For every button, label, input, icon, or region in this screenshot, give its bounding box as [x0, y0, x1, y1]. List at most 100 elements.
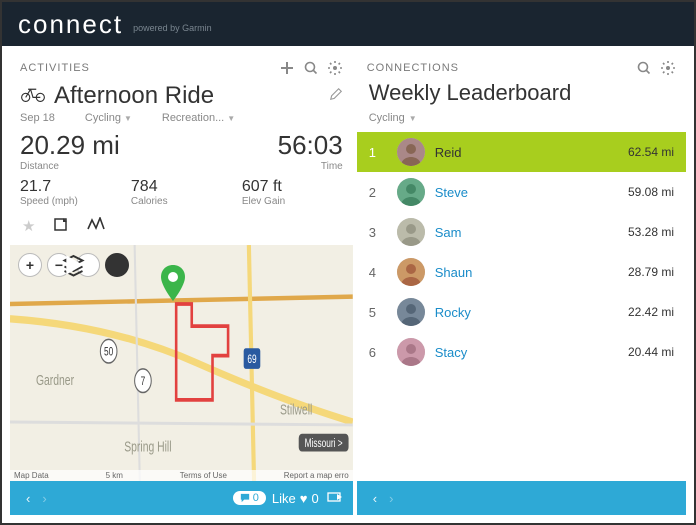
leaderboard-filter-label: Cycling — [369, 112, 405, 124]
distance-label: Distance — [20, 161, 176, 172]
activity-meta-row: Sep 18 Cycling ▼ Recreation... ▼ — [10, 110, 353, 130]
leaderboard-row[interactable]: 2Steve59.08 mi — [357, 172, 686, 212]
elev-value: 607 ft — [242, 178, 343, 196]
leaderboard-name: Steve — [435, 185, 628, 200]
activities-bottom-bar: ‹ › 0 Like ♥ 0 — [10, 481, 353, 515]
top-bar: connect powered by Garmin — [2, 2, 694, 46]
leaderboard-row[interactable]: 5 Rocky22.42 mi — [357, 292, 686, 332]
map-report-link[interactable]: Report a map erro — [284, 471, 349, 480]
activity-title-row: Afternoon Ride — [10, 80, 353, 110]
map-terms-link[interactable]: Terms of Use — [180, 471, 227, 480]
leaderboard-distance: 28.79 mi — [628, 265, 674, 279]
leaderboard-name: Reid — [435, 145, 628, 160]
main-columns: ACTIVITIES Afternoon Ride Sep 18 Cycling — [2, 46, 694, 523]
app-frame: connect powered by Garmin ACTIVITIES Aft… — [0, 0, 696, 525]
connections-header: CONNECTIONS — [357, 52, 686, 80]
activity-title: Afternoon Ride — [54, 82, 329, 110]
leaderboard-name: Rocky — [435, 305, 628, 320]
connections-bottom-bar: ‹ › — [357, 481, 686, 515]
prev-activity-button[interactable]: ‹ — [20, 491, 36, 506]
map-controls: + − — [18, 253, 129, 277]
leaderboard-distance: 20.44 mi — [628, 345, 674, 359]
activity-date: Sep 18 — [20, 112, 55, 124]
sport-dropdown[interactable]: Cycling ▼ — [85, 112, 132, 124]
stat-speed: 21.7 Speed (mph) — [20, 178, 121, 207]
leaderboard-rank: 6 — [369, 345, 387, 360]
map-pin-icon — [160, 265, 186, 301]
leaderboard-name: Shaun — [435, 265, 628, 280]
leaderboard-rank: 5 — [369, 305, 387, 320]
avatar — [397, 218, 425, 246]
leaderboard-rank: 3 — [369, 225, 387, 240]
time-value: 56:03 — [186, 130, 342, 161]
leaderboard-rank: 2 — [369, 185, 387, 200]
elev-label: Elev Gain — [242, 196, 343, 207]
map-label-stilwell: Stilwell — [280, 401, 312, 418]
bike-icon — [20, 86, 46, 106]
plus-icon[interactable] — [279, 60, 295, 76]
leaderboard-filter-dropdown[interactable]: Cycling ▼ — [357, 110, 686, 132]
svg-text:Missouri >: Missouri > — [305, 438, 343, 451]
note-icon[interactable] — [53, 217, 69, 237]
gear-icon[interactable] — [660, 60, 676, 76]
calories-value: 784 — [131, 178, 232, 196]
gear-icon[interactable] — [327, 60, 343, 76]
leaderboard-name: Stacy — [435, 345, 628, 360]
leaderboard-name: Sam — [435, 225, 628, 240]
leaderboard-row[interactable]: 3 Sam53.28 mi — [357, 212, 686, 252]
category-dropdown[interactable]: Recreation... ▼ — [162, 112, 235, 124]
stat-distance: 20.29 mi Distance — [20, 130, 176, 172]
activities-header: ACTIVITIES — [10, 52, 353, 80]
search-icon[interactable] — [303, 60, 319, 76]
map-data-label[interactable]: Map Data — [14, 471, 49, 480]
activities-panel: ACTIVITIES Afternoon Ride Sep 18 Cycling — [10, 52, 353, 515]
avatar — [397, 338, 425, 366]
map-scale: 5 km — [106, 471, 123, 480]
svg-text:69: 69 — [247, 354, 256, 367]
map-label-springhill: Spring Hill — [124, 438, 171, 455]
share-icon[interactable] — [327, 491, 343, 506]
chevron-down-icon: ▼ — [124, 114, 132, 123]
connections-panel: CONNECTIONS Weekly Leaderboard Cycling ▼… — [357, 52, 686, 515]
leaderboard-distance: 62.54 mi — [628, 145, 674, 159]
speed-label: Speed (mph) — [20, 196, 121, 207]
avatar — [397, 178, 425, 206]
stat-calories: 784 Calories — [131, 178, 232, 207]
star-icon[interactable]: ★ — [22, 217, 35, 237]
stat-time: 56:03 Time — [186, 130, 342, 172]
activities-header-title: ACTIVITIES — [20, 62, 271, 74]
track-icon[interactable] — [87, 217, 105, 237]
comments-count: 0 — [253, 492, 259, 504]
calories-label: Calories — [131, 196, 232, 207]
leaderboard-row[interactable]: 1Reid62.54 mi — [357, 132, 686, 172]
next-activity-button[interactable]: › — [36, 491, 52, 506]
like-button[interactable]: Like ♥ 0 — [272, 491, 319, 506]
connections-header-title: CONNECTIONS — [367, 62, 628, 74]
stat-elev: 607 ft Elev Gain — [242, 178, 343, 207]
primary-stats: 20.29 mi Distance 56:03 Time — [10, 130, 353, 178]
avatar — [397, 258, 425, 286]
leaderboard-distance: 53.28 mi — [628, 225, 674, 239]
chevron-down-icon: ▼ — [227, 114, 235, 123]
brand-subtitle: powered by Garmin — [133, 23, 212, 33]
heart-icon: ♥ — [300, 491, 308, 506]
leaderboard-distance: 22.42 mi — [628, 305, 674, 319]
route-map[interactable]: Gardner Spring Hill Stilwell 50 7 69 Mis… — [10, 245, 353, 481]
comments-badge[interactable]: 0 — [233, 491, 266, 505]
speed-value: 21.7 — [20, 178, 121, 196]
leaderboard-next-button[interactable]: › — [383, 491, 399, 506]
leaderboard-row[interactable]: 4 Shaun28.79 mi — [357, 252, 686, 292]
play-button[interactable] — [105, 253, 129, 277]
svg-text:7: 7 — [141, 376, 146, 389]
leaderboard-prev-button[interactable]: ‹ — [367, 491, 383, 506]
leaderboard-row[interactable]: 6 Stacy20.44 mi — [357, 332, 686, 372]
like-count: 0 — [311, 491, 318, 506]
like-label: Like — [272, 491, 296, 506]
brand-logo: connect — [18, 9, 123, 40]
edit-icon[interactable] — [329, 87, 343, 106]
avatar — [397, 138, 425, 166]
search-icon[interactable] — [636, 60, 652, 76]
leaderboard-rank: 4 — [369, 265, 387, 280]
chevron-down-icon: ▼ — [409, 114, 417, 123]
time-label: Time — [186, 161, 342, 172]
